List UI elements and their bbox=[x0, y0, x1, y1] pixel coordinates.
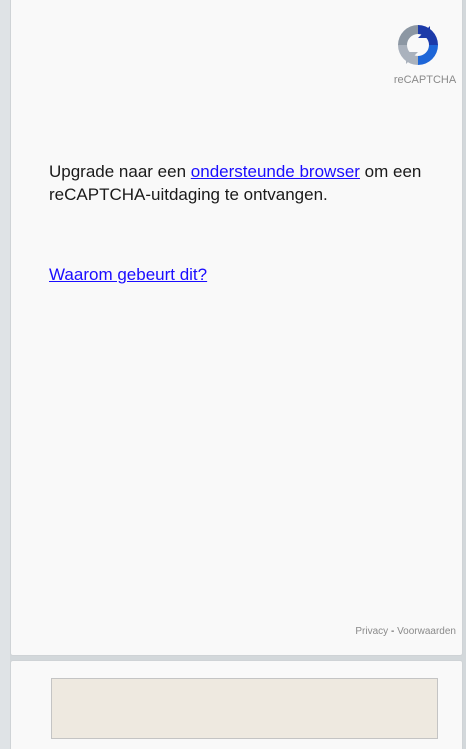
recaptcha-logo-icon bbox=[398, 25, 438, 65]
why-container: Waarom gebeurt dit? bbox=[49, 263, 207, 286]
response-textarea[interactable] bbox=[51, 678, 438, 739]
why-link[interactable]: Waarom gebeurt dit? bbox=[49, 265, 207, 284]
message-prefix: Upgrade naar een bbox=[49, 162, 191, 181]
footer-links: Privacy - Voorwaarden bbox=[355, 626, 456, 637]
upgrade-browser-message: Upgrade naar een ondersteunde browser om… bbox=[49, 160, 429, 206]
footer-separator: - bbox=[388, 626, 398, 637]
recaptcha-challenge-panel: reCAPTCHA Upgrade naar een ondersteunde … bbox=[10, 0, 463, 656]
recaptcha-brand-label: reCAPTCHA bbox=[393, 74, 457, 86]
response-panel bbox=[10, 660, 463, 749]
terms-link[interactable]: Voorwaarden bbox=[397, 626, 456, 637]
privacy-link[interactable]: Privacy bbox=[355, 626, 388, 637]
supported-browser-link[interactable]: ondersteunde browser bbox=[191, 162, 360, 181]
